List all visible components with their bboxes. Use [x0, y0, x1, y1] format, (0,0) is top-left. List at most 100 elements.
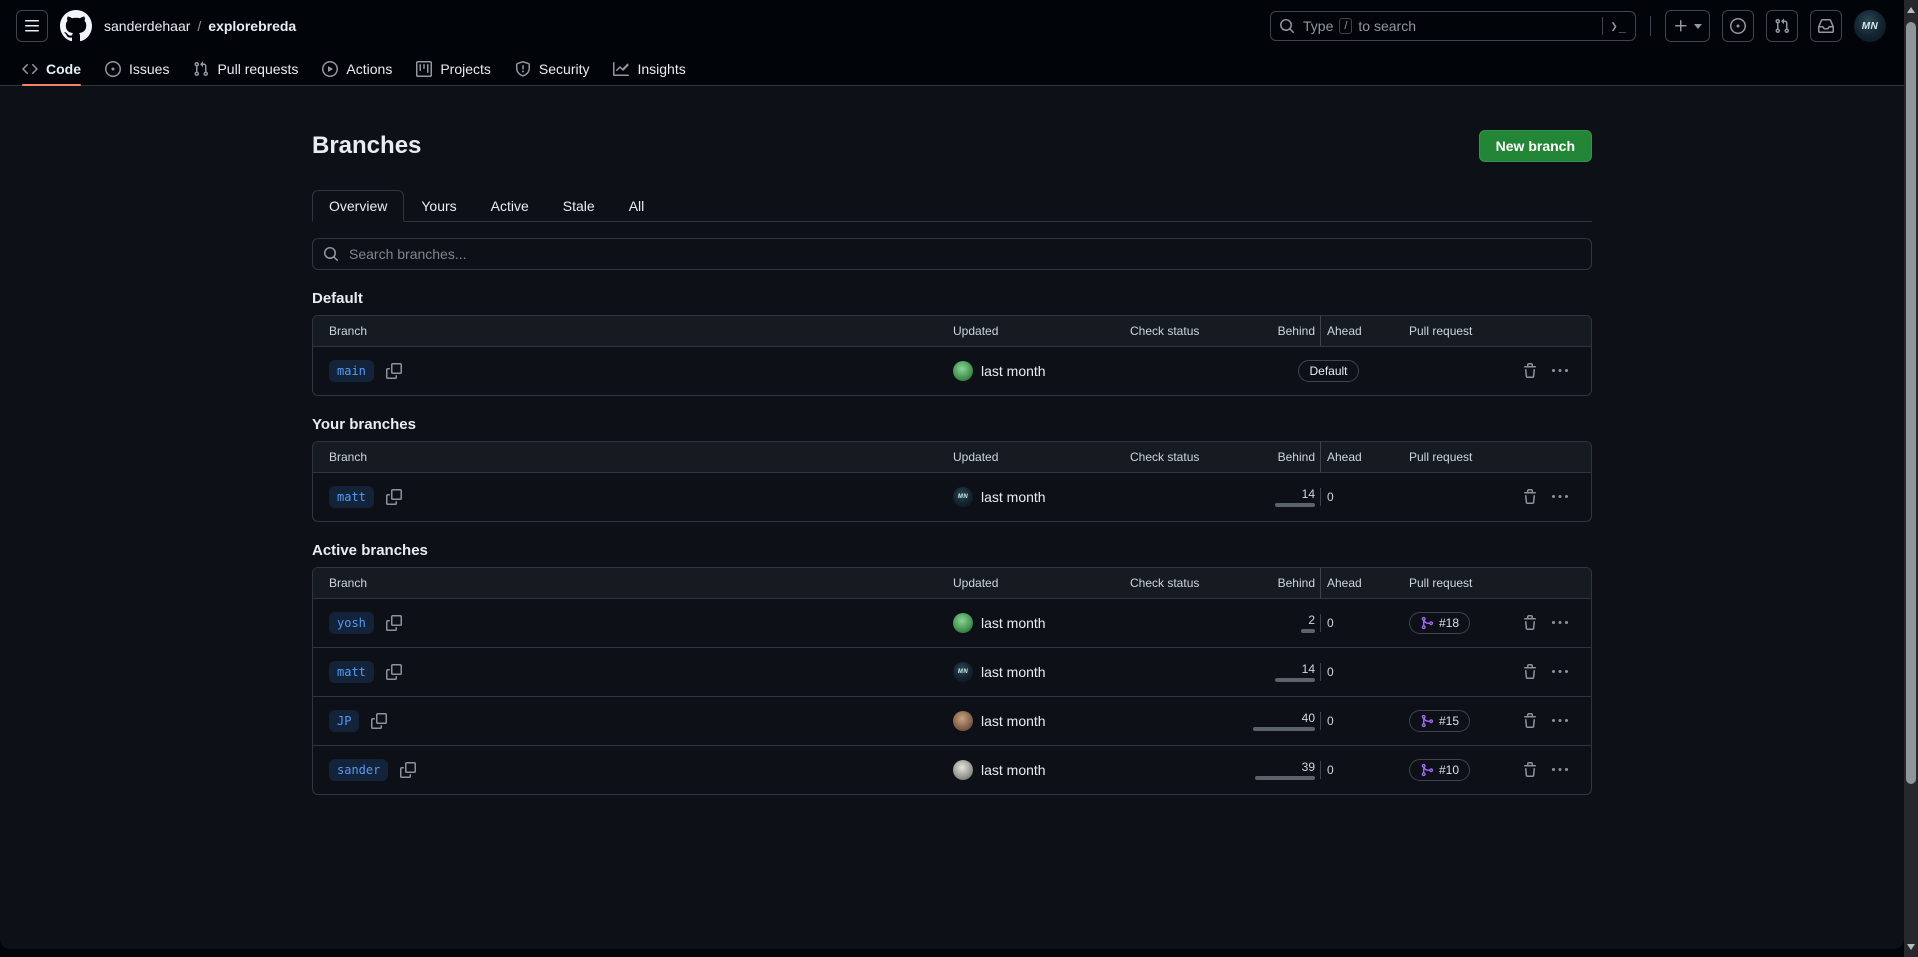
branch-table: BranchUpdatedCheck statusBehindAheadPull… — [312, 441, 1592, 522]
browser-viewport: sanderdehaar / explorebreda Type / to se… — [0, 0, 1918, 957]
delete-branch-button[interactable] — [1522, 762, 1538, 778]
trash-icon-svg — [1522, 713, 1538, 729]
repo-nav-actions[interactable]: Actions — [312, 52, 402, 85]
delete-branch-button[interactable] — [1522, 713, 1538, 729]
page-scrollbar[interactable] — [1904, 0, 1918, 957]
branch-cell: sander — [329, 759, 941, 781]
pr-icon-svg — [193, 61, 209, 77]
row-avatar[interactable] — [953, 711, 973, 731]
delete-branch-button[interactable] — [1522, 489, 1538, 505]
section-heading: Active branches — [312, 542, 1592, 559]
row-avatar[interactable] — [953, 361, 973, 381]
copy-branch-button[interactable] — [386, 615, 402, 631]
branch-search-input[interactable] — [347, 245, 1581, 263]
behind-count: 14 — [1302, 487, 1315, 501]
branch-name-pill[interactable]: matt — [329, 661, 374, 683]
repo-nav: CodeIssues Pull requests Actions ProjectsSe… — [0, 52, 1904, 86]
column-header-behind-ahead: BehindAhead — [1256, 316, 1401, 346]
new-branch-button[interactable]: New branch — [1479, 130, 1592, 162]
copy-branch-button[interactable] — [371, 713, 387, 729]
search-icon-svg — [323, 246, 339, 262]
breadcrumb-owner-link[interactable]: sanderdehaar — [104, 18, 190, 34]
inbox-icon-svg — [1818, 18, 1834, 34]
repo-nav-label: Pull requests — [217, 61, 298, 77]
filter-tab-active[interactable]: Active — [474, 190, 546, 222]
row-menu-button[interactable] — [1552, 713, 1568, 729]
pr-number-label: #18 — [1439, 616, 1459, 630]
repo-nav-security[interactable]: Security — [505, 52, 600, 85]
command-palette-icon[interactable]: ❯_ — [1611, 19, 1627, 33]
breadcrumb-repo-link[interactable]: explorebreda — [208, 18, 296, 34]
repo-nav-projects[interactable]: Projects — [406, 52, 501, 85]
row-menu-button[interactable] — [1552, 489, 1568, 505]
create-new-button[interactable] — [1665, 10, 1710, 42]
branch-cell: yosh — [329, 612, 941, 634]
behind-bar — [1275, 678, 1315, 682]
column-header-pull-request: Pull request — [1401, 324, 1516, 338]
updated-cell: last month — [941, 613, 1106, 633]
inbox-button[interactable] — [1810, 10, 1842, 42]
hamburger-menu-button[interactable] — [16, 10, 48, 42]
scrollbar-thumb[interactable] — [1906, 22, 1916, 784]
issue-icon-svg — [1730, 18, 1746, 34]
delete-branch-button[interactable] — [1522, 664, 1538, 680]
row-menu-button[interactable] — [1552, 363, 1568, 379]
copy-icon-svg — [386, 615, 402, 631]
behind-ahead-cell: 20 — [1256, 613, 1401, 633]
repo-nav-code[interactable]: Code — [12, 52, 91, 85]
row-avatar[interactable]: MN — [953, 662, 973, 682]
pull-request-badge[interactable]: #18 — [1409, 612, 1470, 634]
repo-nav-issues[interactable]: Issues — [95, 52, 179, 85]
branch-table: BranchUpdatedCheck statusBehindAheadPull… — [312, 567, 1592, 795]
updated-label: last month — [981, 664, 1046, 680]
row-avatar[interactable] — [953, 760, 973, 780]
copy-branch-button[interactable] — [386, 363, 402, 379]
row-menu-button[interactable] — [1552, 664, 1568, 680]
delete-branch-button[interactable] — [1522, 615, 1538, 631]
scrollbar-up-arrow[interactable] — [1904, 3, 1918, 17]
row-avatar[interactable] — [953, 613, 973, 633]
filter-tab-overview[interactable]: Overview — [312, 190, 404, 222]
filter-tab-stale[interactable]: Stale — [546, 190, 612, 222]
user-avatar[interactable]: MN — [1854, 10, 1886, 42]
github-logo[interactable] — [60, 10, 92, 42]
scrollbar-down-arrow[interactable] — [1904, 940, 1918, 954]
pull-requests-dashboard-button[interactable] — [1766, 10, 1798, 42]
pull-request-badge[interactable]: #10 — [1409, 759, 1470, 781]
repo-nav-label: Actions — [346, 61, 392, 77]
row-menu-button[interactable] — [1552, 762, 1568, 778]
issues-dashboard-button[interactable] — [1722, 10, 1754, 42]
filter-tab-all[interactable]: All — [612, 190, 662, 222]
column-header-behind-ahead: BehindAhead — [1256, 568, 1401, 598]
branch-name-pill[interactable]: matt — [329, 486, 374, 508]
project-icon — [416, 61, 432, 77]
octocat-icon-svg — [60, 10, 92, 42]
ahead-count-box: 0 — [1321, 665, 1334, 679]
branch-row: yosh last month 20 #18 — [313, 598, 1591, 647]
copy-branch-button[interactable] — [386, 489, 402, 505]
branch-name-pill[interactable]: main — [329, 360, 374, 382]
behind-ahead-cell: 400 — [1256, 711, 1401, 731]
ahead-count-box: 0 — [1321, 763, 1334, 777]
behind-bar — [1255, 776, 1315, 780]
global-search-button[interactable]: Type / to search ❯_ — [1270, 11, 1636, 41]
repo-nav-insights[interactable]: Insights — [603, 52, 695, 85]
copy-branch-button[interactable] — [400, 762, 416, 778]
filter-tab-yours[interactable]: Yours — [404, 190, 473, 222]
row-menu-button[interactable] — [1552, 615, 1568, 631]
updated-cell: last month — [941, 760, 1106, 780]
repo-nav-pull-requests[interactable]: Pull requests — [183, 52, 308, 85]
branch-name-pill[interactable]: JP — [329, 710, 359, 732]
updated-label: last month — [981, 762, 1046, 778]
branch-name-pill[interactable]: sander — [329, 759, 388, 781]
trash-icon-svg — [1522, 762, 1538, 778]
updated-cell: MN last month — [941, 662, 1106, 682]
copy-branch-button[interactable] — [386, 664, 402, 680]
pull-request-badge[interactable]: #15 — [1409, 710, 1470, 732]
branch-name-pill[interactable]: yosh — [329, 612, 374, 634]
delete-branch-button[interactable] — [1522, 363, 1538, 379]
behind-ahead-cell: 140 — [1256, 487, 1401, 507]
plus-icon — [1673, 18, 1689, 34]
ahead-count: 0 — [1327, 714, 1334, 728]
row-avatar[interactable]: MN — [953, 487, 973, 507]
